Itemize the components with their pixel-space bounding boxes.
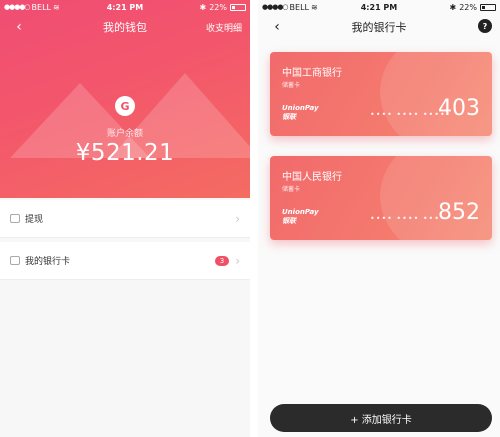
card-last-digits: 852: [438, 200, 480, 225]
card-icon: [10, 256, 20, 265]
screen-divider: [250, 0, 258, 437]
bank-name: 中国人民银行: [282, 172, 342, 183]
wallet-screen: ●●●●○ BELL ≋ 4:21 PM ✱ 22% ‹ 我的钱包 收支明细 G…: [0, 0, 250, 437]
withdraw-icon: [10, 214, 20, 223]
add-bank-card-button[interactable]: + 添加银行卡: [270, 404, 492, 432]
chevron-right-icon: ›: [235, 253, 240, 268]
balance-label: 账户余额: [106, 129, 143, 139]
transactions-link[interactable]: 收支明细: [206, 21, 242, 34]
help-button[interactable]: ?: [478, 19, 492, 33]
masked-number: •••• •••• ••••: [370, 110, 446, 119]
masked-number: •••• •••• ••••: [370, 214, 446, 223]
balance-amount: ¥521.21: [75, 140, 175, 166]
unionpay-logo: UnionPay 银联: [282, 104, 319, 121]
bank-name: 中国工商银行: [282, 68, 342, 79]
bank-card[interactable]: 中国人民银行 储蓄卡 UnionPay 银联 •••• •••• •••• 85…: [270, 156, 492, 240]
menu-item-bank-cards[interactable]: 我的银行卡 3 ›: [0, 242, 250, 280]
card-last-digits: 403: [438, 96, 480, 121]
bank-card[interactable]: 中国工商银行 储蓄卡 UnionPay 银联 •••• •••• •••• 40…: [270, 52, 492, 136]
bank-cards-screen: ●●●●○ BELL ≋ 4:21 PM ✱ 22% ‹ 我的银行卡 ? 中国工…: [258, 0, 500, 437]
nav-bar: ‹ 我的银行卡 ?: [258, 16, 500, 38]
card-type: 储蓄卡: [282, 186, 301, 193]
status-time: 4:21 PM: [360, 2, 398, 12]
card-decor: [380, 52, 492, 136]
page-title: 我的银行卡: [351, 21, 407, 34]
card-decor: [380, 156, 492, 240]
unionpay-logo: UnionPay 银联: [282, 208, 319, 225]
battery-icon: [480, 3, 496, 11]
menu-item-label: 我的银行卡: [25, 257, 71, 267]
menu-item-label: 提现: [25, 215, 44, 225]
status-time: 4:21 PM: [106, 2, 144, 12]
balance-header: ●●●●○ BELL ≋ 4:21 PM ✱ 22% ‹ 我的钱包 收支明细 G…: [0, 0, 250, 198]
wallet-coin-icon: G: [115, 96, 135, 116]
count-badge: 3: [214, 255, 230, 266]
status-bar: ●●●●○ BELL ≋ 4:21 PM ✱ 22%: [0, 0, 250, 14]
chevron-right-icon: ›: [235, 211, 240, 226]
status-bar: ●●●●○ BELL ≋ 4:21 PM ✱ 22%: [258, 0, 500, 14]
card-type: 储蓄卡: [282, 82, 301, 89]
nav-bar: ‹ 我的钱包 收支明细: [0, 16, 250, 38]
menu-item-withdraw[interactable]: 提现 ›: [0, 200, 250, 238]
battery-icon: [230, 3, 246, 11]
